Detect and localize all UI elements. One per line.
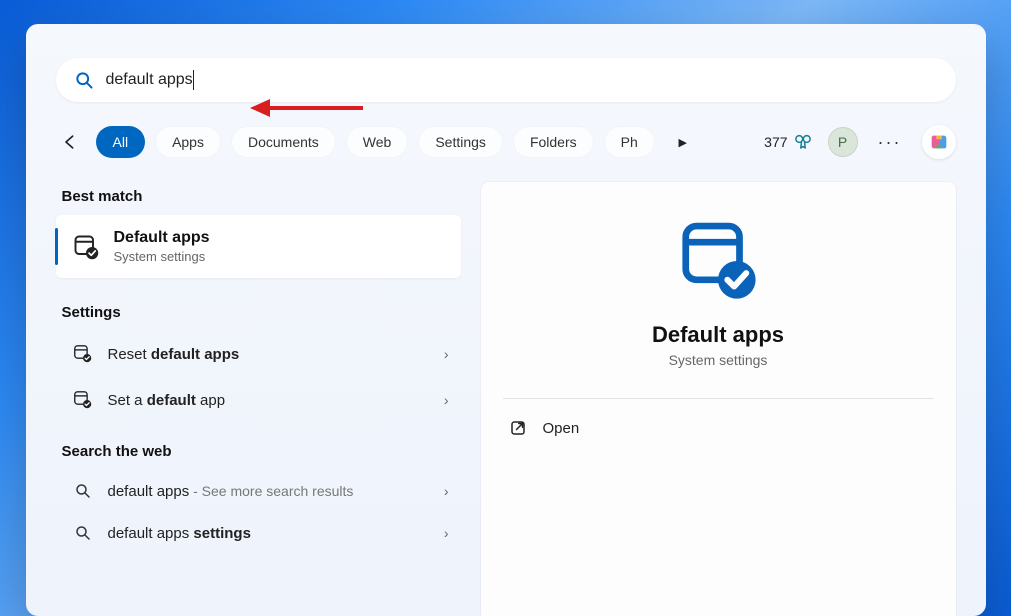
rewards-icon bbox=[794, 133, 812, 151]
default-apps-small-icon bbox=[72, 343, 94, 365]
settings-result-set[interactable]: Set a default app › bbox=[56, 377, 461, 423]
more-options-button[interactable]: ··· bbox=[874, 128, 906, 157]
copilot-button[interactable] bbox=[922, 125, 956, 159]
chevron-right-icon: › bbox=[444, 483, 449, 499]
chevron-right-icon: › bbox=[444, 525, 449, 541]
web-section-label: Search the web bbox=[56, 437, 461, 470]
settings-result-reset[interactable]: Reset default apps › bbox=[56, 331, 461, 377]
open-external-icon bbox=[509, 419, 527, 437]
chevron-right-icon: › bbox=[444, 392, 449, 408]
default-apps-icon bbox=[72, 233, 100, 261]
filter-settings[interactable]: Settings bbox=[418, 126, 503, 158]
web-result-more[interactable]: default apps - See more search results › bbox=[56, 470, 461, 512]
filter-all[interactable]: All bbox=[96, 126, 146, 158]
rewards-points: 377 bbox=[764, 134, 787, 150]
web-result-settings[interactable]: default apps settings › bbox=[56, 512, 461, 554]
filter-apps[interactable]: Apps bbox=[155, 126, 221, 158]
preview-subtitle: System settings bbox=[503, 352, 934, 368]
settings-result-text: Set a default app bbox=[108, 392, 226, 409]
filter-photos-truncated[interactable]: Ph bbox=[604, 126, 655, 158]
copilot-icon bbox=[928, 131, 950, 153]
preview-title: Default apps bbox=[503, 322, 934, 348]
best-match-subtitle: System settings bbox=[114, 249, 210, 264]
search-box[interactable]: default apps bbox=[56, 58, 956, 102]
default-apps-large-icon bbox=[675, 218, 761, 304]
filter-documents[interactable]: Documents bbox=[231, 126, 336, 158]
search-small-icon bbox=[74, 482, 92, 500]
settings-section-label: Settings bbox=[56, 298, 461, 331]
filter-folders[interactable]: Folders bbox=[513, 126, 594, 158]
settings-result-text: Reset default apps bbox=[108, 346, 240, 363]
filter-web[interactable]: Web bbox=[346, 126, 409, 158]
account-avatar[interactable]: P bbox=[828, 127, 858, 157]
results-list: Best match Default apps System settings … bbox=[56, 182, 461, 616]
best-match-label: Best match bbox=[56, 182, 461, 215]
web-result-text: default apps - See more search results bbox=[108, 483, 354, 500]
filter-scroll-right[interactable]: ▶ bbox=[669, 136, 697, 149]
search-panel: default apps All Apps Documents Web Sett… bbox=[26, 24, 986, 616]
open-action[interactable]: Open bbox=[503, 399, 934, 457]
back-button[interactable] bbox=[56, 132, 86, 152]
chevron-right-icon: › bbox=[444, 346, 449, 362]
filter-row: All Apps Documents Web Settings Folders … bbox=[56, 124, 956, 160]
preview-pane: Default apps System settings Open bbox=[481, 182, 956, 616]
search-small-icon bbox=[74, 524, 92, 542]
best-match-title: Default apps bbox=[114, 229, 210, 247]
web-result-text: default apps settings bbox=[108, 525, 251, 542]
results-area: Best match Default apps System settings … bbox=[56, 182, 956, 616]
rewards-button[interactable]: 377 bbox=[764, 133, 811, 151]
open-label: Open bbox=[543, 420, 580, 437]
default-apps-small-icon bbox=[72, 389, 94, 411]
best-match-result[interactable]: Default apps System settings bbox=[56, 215, 461, 278]
